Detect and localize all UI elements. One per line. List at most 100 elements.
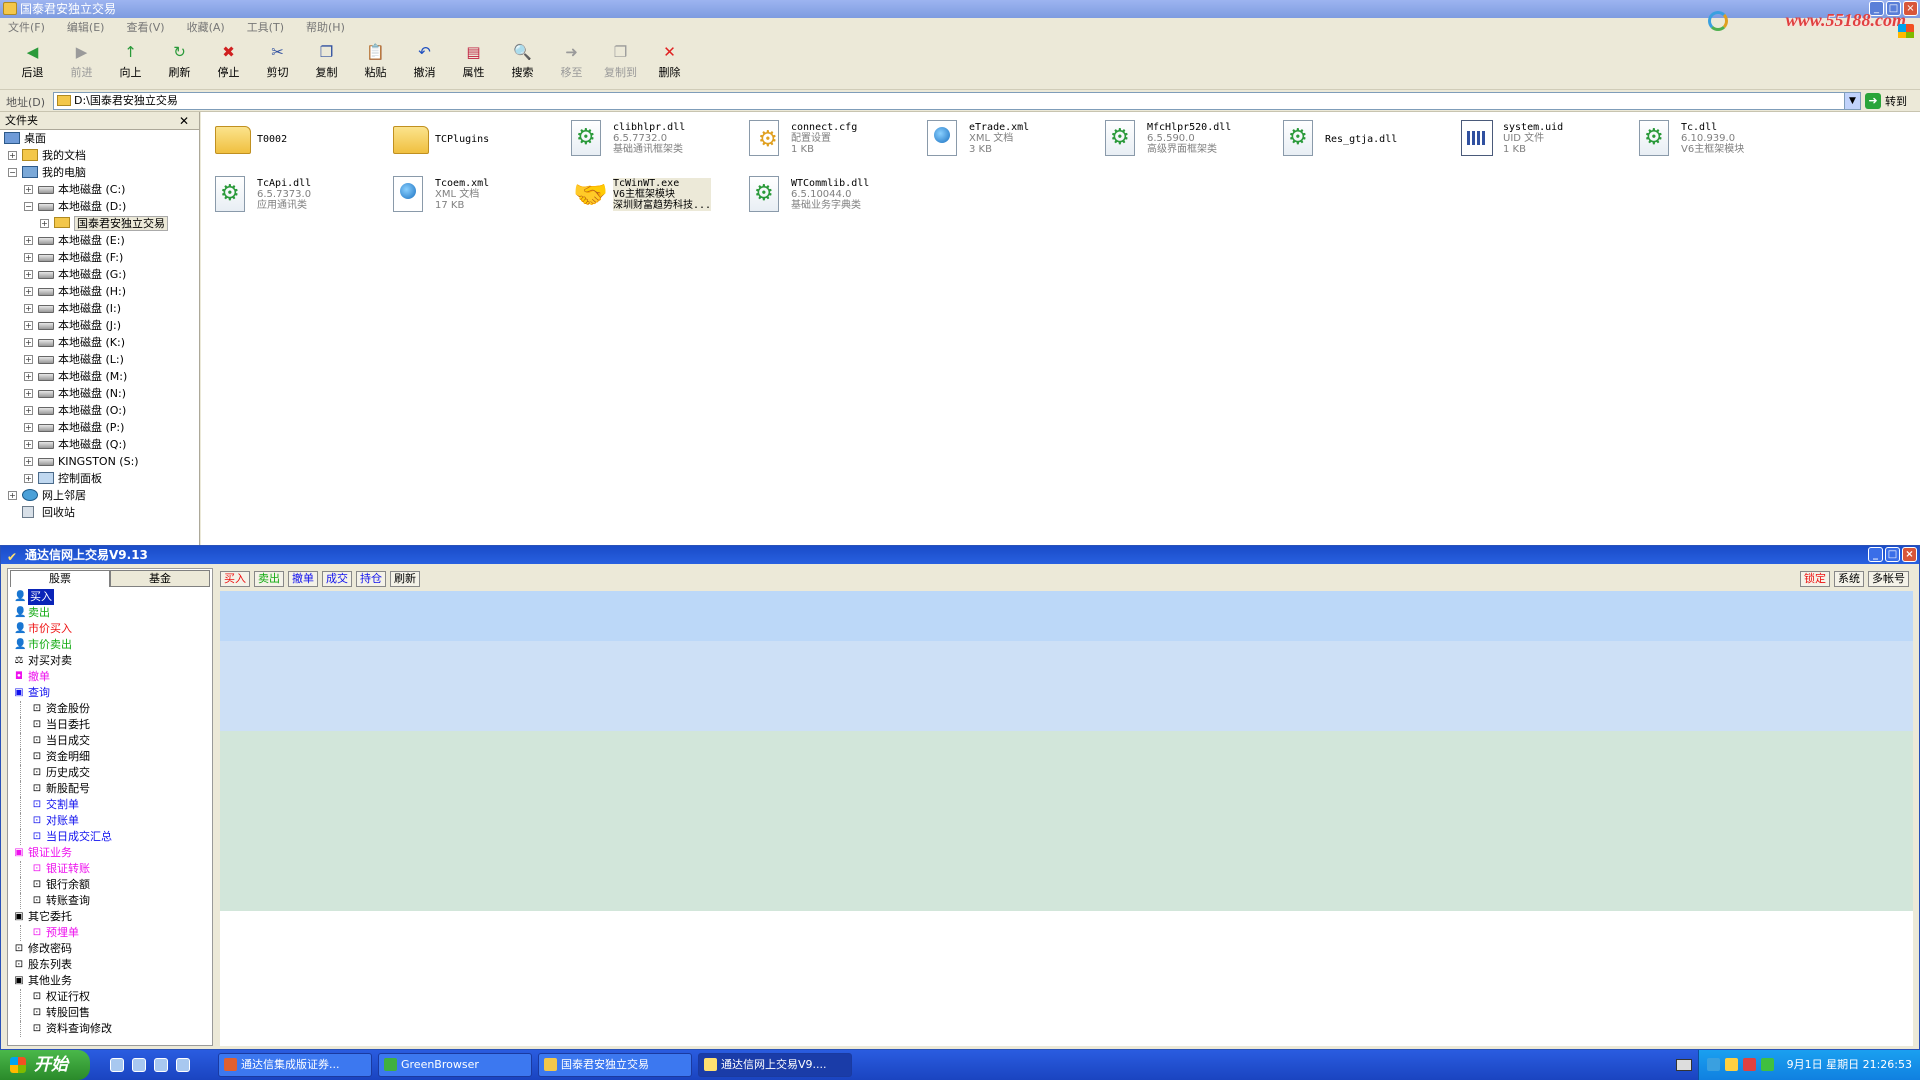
expand-icon[interactable]: + bbox=[24, 321, 33, 330]
taskbar-button[interactable]: GreenBrowser bbox=[378, 1053, 532, 1077]
tab-stocks[interactable]: 股票 bbox=[10, 570, 110, 587]
function-item[interactable]: ⊡ 权证行权 bbox=[8, 989, 212, 1005]
expand-icon[interactable]: + bbox=[24, 406, 33, 415]
tree-item[interactable]: + 本地磁盘 (O:) bbox=[0, 402, 199, 419]
media-icon[interactable] bbox=[154, 1058, 168, 1072]
function-item[interactable]: 👤 卖出 bbox=[8, 605, 212, 621]
tree-item[interactable]: + 本地磁盘 (H:) bbox=[0, 283, 199, 300]
explorer-title-bar[interactable]: 国泰君安独立交易 _ □ × bbox=[0, 0, 1920, 18]
keyboard-icon[interactable] bbox=[1676, 1059, 1692, 1071]
function-item[interactable]: ▣ 其他业务 bbox=[8, 973, 212, 989]
tree-item[interactable]: + 本地磁盘 (Q:) bbox=[0, 436, 199, 453]
toolbar-button[interactable]: ↻ 刷新 bbox=[155, 38, 204, 86]
trade-system-button[interactable]: 多帐号 bbox=[1868, 571, 1909, 587]
tree-item[interactable]: − 我的电脑 bbox=[0, 164, 199, 181]
file-item[interactable]: Res_gtja.dll bbox=[1277, 112, 1453, 160]
expand-icon[interactable]: + bbox=[24, 304, 33, 313]
expand-icon[interactable]: + bbox=[24, 474, 33, 483]
function-item[interactable]: ⊡ 当日委托 bbox=[8, 717, 212, 733]
toolbar-button[interactable]: ✂ 剪切 bbox=[253, 38, 302, 86]
file-item[interactable]: connect.cfg配置设置1 KB bbox=[743, 112, 919, 160]
menu-item[interactable]: 查看(V) bbox=[126, 18, 164, 38]
taskbar-button[interactable]: 通达信网上交易V9.... bbox=[698, 1053, 852, 1077]
trade-action-button[interactable]: 刷新 bbox=[390, 571, 420, 587]
file-item[interactable]: eTrade.xml XML 文档 3 KB bbox=[921, 112, 1097, 160]
function-item[interactable]: ▣ 银证业务 bbox=[8, 845, 212, 861]
trading-content[interactable] bbox=[220, 591, 1913, 1046]
tree-item[interactable]: + 控制面板 bbox=[0, 470, 199, 487]
function-item[interactable]: ⊡ 当日成交汇总 bbox=[8, 829, 212, 845]
tree-item[interactable]: + 本地磁盘 (P:) bbox=[0, 419, 199, 436]
file-item[interactable]: TcApi.dll6.5.7373.0应用通讯类 bbox=[209, 168, 385, 216]
expand-icon[interactable]: + bbox=[24, 270, 33, 279]
close-button[interactable]: × bbox=[1902, 547, 1917, 562]
expand-icon[interactable]: + bbox=[24, 253, 33, 262]
tray-network-icon[interactable] bbox=[1707, 1058, 1720, 1071]
trade-system-button[interactable]: 系统 bbox=[1834, 571, 1864, 587]
tree-item[interactable]: + 本地磁盘 (L:) bbox=[0, 351, 199, 368]
expand-icon[interactable]: + bbox=[8, 491, 17, 500]
expand-icon[interactable]: + bbox=[24, 338, 33, 347]
trade-action-button[interactable]: 撤单 bbox=[288, 571, 318, 587]
trade-system-button[interactable]: 锁定 bbox=[1800, 571, 1830, 587]
expand-icon[interactable]: + bbox=[8, 151, 17, 160]
expand-icon[interactable]: + bbox=[24, 440, 33, 449]
function-item[interactable]: ⊡ 修改密码 bbox=[8, 941, 212, 957]
toolbar-button[interactable]: ▶ 前进 bbox=[57, 38, 106, 86]
toolbar-button[interactable]: ◀ 后退 bbox=[8, 38, 57, 86]
tray-qq-icon[interactable] bbox=[1725, 1058, 1738, 1071]
tree-item[interactable]: + 本地磁盘 (C:) bbox=[0, 181, 199, 198]
tree-item[interactable]: + KINGSTON (S:) bbox=[0, 453, 199, 470]
function-item[interactable]: 👤 市价买入 bbox=[8, 621, 212, 637]
menu-item[interactable]: 编辑(E) bbox=[67, 18, 105, 38]
expand-icon[interactable]: + bbox=[24, 423, 33, 432]
toolbar-button[interactable]: ▤ 属性 bbox=[449, 38, 498, 86]
tray-security-icon[interactable] bbox=[1743, 1058, 1756, 1071]
tree-item[interactable]: 回收站 bbox=[0, 504, 199, 521]
toolbar-button[interactable]: ↑ 向上 bbox=[106, 38, 155, 86]
tray-app-icon[interactable] bbox=[1761, 1058, 1774, 1071]
function-item[interactable]: 👤 市价卖出 bbox=[8, 637, 212, 653]
file-item[interactable]: Tc.dll6.10.939.0V6主框架模块 bbox=[1633, 112, 1809, 160]
file-item[interactable]: WTCommlib.dll6.5.10044.0基础业务字典类 bbox=[743, 168, 919, 216]
toolbar-button[interactable]: 📋 粘贴 bbox=[351, 38, 400, 86]
expand-icon[interactable]: + bbox=[24, 287, 33, 296]
function-item[interactable]: ⊡ 历史成交 bbox=[8, 765, 212, 781]
tree-item[interactable]: + 本地磁盘 (J:) bbox=[0, 317, 199, 334]
function-item[interactable]: ◘ 撤单 bbox=[8, 669, 212, 685]
function-item[interactable]: ⊡ 转股回售 bbox=[8, 1005, 212, 1021]
tree-item[interactable]: − 本地磁盘 (D:) bbox=[0, 198, 199, 215]
expand-icon[interactable]: + bbox=[24, 355, 33, 364]
menu-item[interactable]: 帮助(H) bbox=[306, 18, 345, 38]
tree-item[interactable]: + 本地磁盘 (F:) bbox=[0, 249, 199, 266]
function-item[interactable]: ⊡ 银证转账 bbox=[8, 861, 212, 877]
tab-funds[interactable]: 基金 bbox=[110, 570, 210, 587]
tree-item[interactable]: + 本地磁盘 (I:) bbox=[0, 300, 199, 317]
file-item[interactable]: clibhlpr.dll6.5.7732.0基础通讯框架类 bbox=[565, 112, 741, 160]
toolbar-button[interactable]: ✕ 删除 bbox=[645, 38, 694, 86]
toolbar-button[interactable]: ❐ 复制到 bbox=[596, 38, 645, 86]
menu-item[interactable]: 工具(T) bbox=[247, 18, 284, 38]
function-item[interactable]: ⚖ 对买对卖 bbox=[8, 653, 212, 669]
file-item[interactable]: TcWinWT.exeV6主框架模块深圳财富趋势科技... bbox=[565, 168, 741, 216]
toolbar-button[interactable]: ❐ 复制 bbox=[302, 38, 351, 86]
toolbar-button[interactable]: 🔍 搜索 bbox=[498, 38, 547, 86]
function-item[interactable]: ⊡ 资金股份 bbox=[8, 701, 212, 717]
tree-item[interactable]: + 网上邻居 bbox=[0, 487, 199, 504]
expand-icon[interactable]: + bbox=[24, 185, 33, 194]
function-item[interactable]: 👤 买入 bbox=[8, 589, 212, 605]
tree-item[interactable]: + 本地磁盘 (E:) bbox=[0, 232, 199, 249]
taskbar-button[interactable]: 国泰君安独立交易 bbox=[538, 1053, 692, 1077]
show-desktop-icon[interactable] bbox=[110, 1058, 124, 1072]
tree-item[interactable]: + 本地磁盘 (M:) bbox=[0, 368, 199, 385]
trading-title-bar[interactable]: ✔ 通达信网上交易V9.13 _ □ × bbox=[1, 546, 1919, 564]
ie-icon[interactable] bbox=[132, 1058, 146, 1072]
collapse-icon[interactable]: − bbox=[24, 202, 33, 211]
function-item[interactable]: ⊡ 当日成交 bbox=[8, 733, 212, 749]
maximize-button[interactable]: □ bbox=[1885, 547, 1900, 562]
tree-item[interactable]: + 本地磁盘 (N:) bbox=[0, 385, 199, 402]
trade-action-button[interactable]: 成交 bbox=[322, 571, 352, 587]
function-item[interactable]: ▣ 其它委托 bbox=[8, 909, 212, 925]
expand-icon[interactable]: + bbox=[24, 389, 33, 398]
file-item[interactable]: TCPlugins bbox=[387, 112, 563, 160]
